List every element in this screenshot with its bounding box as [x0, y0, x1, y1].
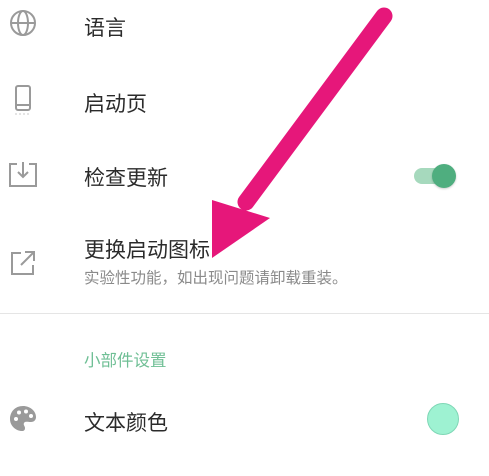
settings-item-language[interactable]: 语言: [0, 0, 489, 52]
update-label: 检查更新: [84, 166, 168, 190]
settings-item-launch-icon[interactable]: 更换启动图标 实验性功能，如出现问题请卸载重装。: [0, 228, 489, 298]
text-color-label: 文本颜色: [84, 411, 168, 435]
divider: [0, 313, 489, 314]
launch-icon-sub: 实验性功能，如出现问题请卸载重装。: [84, 269, 348, 287]
toggle-knob: [432, 164, 456, 188]
language-label: 语言: [84, 16, 126, 40]
globe-icon: [10, 10, 36, 36]
phone-icon: [15, 85, 31, 115]
update-toggle[interactable]: [410, 162, 458, 190]
section-title-widget: 小部件设置: [84, 351, 167, 370]
launch-icon-label: 更换启动图标: [84, 238, 210, 262]
external-link-icon: [11, 251, 35, 275]
splash-label: 启动页: [84, 92, 147, 116]
color-swatch[interactable]: [427, 403, 459, 435]
settings-item-text-color[interactable]: 文本颜色: [0, 398, 489, 444]
palette-icon: [10, 406, 36, 431]
settings-item-splash[interactable]: 启动页: [0, 72, 489, 128]
download-box-icon: [9, 162, 37, 187]
